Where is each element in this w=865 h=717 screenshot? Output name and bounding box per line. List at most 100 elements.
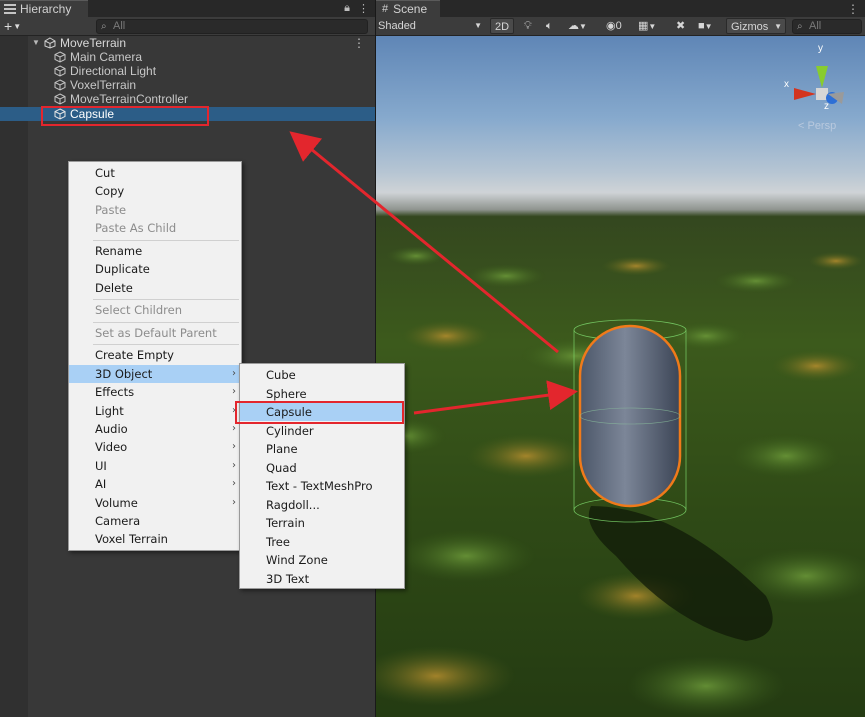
context-menu-item-audio[interactable]: Audio ›	[69, 420, 241, 438]
menu-item-label: Sphere	[266, 386, 307, 401]
shading-mode-dropdown[interactable]: Shaded ▼	[378, 18, 484, 34]
scene-search-input[interactable]: ⌕ All	[792, 19, 862, 34]
chevron-right-icon: ›	[232, 386, 236, 398]
search-icon: ⌕	[797, 21, 803, 32]
submenu-item-cube[interactable]: Cube	[240, 366, 404, 384]
submenu-item-cylinder[interactable]: Cylinder	[240, 422, 404, 440]
context-menu-item-effects[interactable]: Effects ›	[69, 383, 241, 401]
gameobject-cube-icon	[54, 93, 66, 105]
context-menu-item-rename[interactable]: Rename	[69, 242, 241, 260]
menu-item-label: Copy	[95, 184, 125, 199]
submenu-item-wind-zone[interactable]: Wind Zone	[240, 551, 404, 569]
tree-item-voxelterrain[interactable]: VoxelTerrain	[28, 78, 375, 92]
toggle-2d-button[interactable]: 2D	[490, 18, 515, 34]
menu-item-label: Effects	[95, 385, 135, 400]
context-menu-item-ui[interactable]: UI ›	[69, 457, 241, 475]
context-menu: Cut Copy Paste Paste As Child Rename Duplicat…	[68, 161, 242, 551]
gizmos-dropdown[interactable]: Gizmos ▼	[726, 18, 786, 34]
root-more-icon[interactable]: ⋮	[353, 36, 365, 50]
tree-item-label: Directional Light	[70, 64, 157, 78]
tab-scene[interactable]: # Scene	[376, 0, 440, 17]
audio-toggle-icon[interactable]: 🔈︎	[546, 18, 553, 34]
perspective-toggle[interactable]: < Persp	[798, 120, 836, 132]
submenu-item-3d-text[interactable]: 3D Text	[240, 570, 404, 588]
menu-item-label: Create Empty	[95, 348, 174, 363]
context-menu-item-volume[interactable]: Volume ›	[69, 494, 241, 512]
hierarchy-search-input[interactable]: ⌕ All	[96, 19, 368, 34]
menu-item-label: Volume	[95, 495, 138, 510]
submenu-item-ragdoll-[interactable]: Ragdoll...	[240, 496, 404, 514]
context-menu-item-light[interactable]: Light ›	[69, 402, 241, 420]
tree-item-main-camera[interactable]: Main Camera	[28, 50, 375, 64]
gizmo-x-axis[interactable]	[794, 88, 816, 100]
menu-item-label: Camera	[95, 514, 141, 528]
add-button-label: +	[4, 18, 13, 34]
submenu-item-terrain[interactable]: Terrain	[240, 514, 404, 532]
orientation-gizmo[interactable]	[794, 66, 844, 104]
tree-item-directional-light[interactable]: Directional Light	[28, 64, 375, 78]
menu-item-label: Cube	[266, 368, 296, 382]
context-menu-item-video[interactable]: Video ›	[69, 438, 241, 456]
scene-viewport[interactable]: y x z < Persp	[376, 36, 865, 717]
tree-root-moveterrain[interactable]: ▼ MoveTerrain ⋮	[0, 36, 375, 50]
menu-item-label: Paste	[95, 202, 127, 217]
menu-item-label: Audio	[95, 422, 128, 436]
submenu-item-text-textmeshpro[interactable]: Text - TextMeshPro	[240, 477, 404, 495]
more-options-icon[interactable]: ⋮	[358, 2, 369, 15]
menu-item-label: Text - TextMeshPro	[266, 479, 373, 493]
tab-hierarchy[interactable]: Hierarchy	[0, 0, 88, 17]
context-menu-item-paste-as-child: Paste As Child	[69, 219, 241, 237]
grid-snap-icon[interactable]: ▦▼	[638, 18, 656, 34]
add-object-button[interactable]: +▼	[4, 18, 21, 35]
lighting-toggle-icon[interactable]: 💡︎	[524, 18, 532, 34]
hierarchy-list-icon	[4, 4, 16, 14]
tools-icon[interactable]: ✖︎	[676, 18, 685, 34]
scene-tab-label: Scene	[393, 2, 428, 16]
menu-item-label: Duplicate	[95, 262, 150, 277]
gameobject-cube-icon	[54, 51, 66, 63]
menu-item-label: Quad	[266, 460, 297, 475]
tree-item-moveterraincontroller[interactable]: MoveTerrainController	[28, 92, 375, 106]
submenu-item-plane[interactable]: Plane	[240, 440, 404, 458]
menu-separator	[93, 344, 239, 346]
grid-icon: #	[382, 3, 389, 15]
chevron-right-icon: ›	[232, 478, 236, 490]
context-menu-item-voxel-terrain[interactable]: Voxel Terrain	[69, 530, 241, 548]
menu-item-label: Ragdoll...	[266, 497, 320, 512]
menu-item-label: Rename	[95, 243, 143, 258]
fold-arrow-icon[interactable]: ▼	[32, 36, 40, 50]
context-menu-item-camera[interactable]: Camera	[69, 512, 241, 530]
effects-toggle-icon[interactable]: ☁︎▼	[568, 18, 587, 34]
visibility-toggle-icon[interactable]: ◉0	[606, 18, 622, 34]
scene-toolbar: Shaded ▼ 2D 💡︎ 🔈︎ ☁︎▼ ◉0 ▦▼ ✖︎ ■▼ Gizmos…	[376, 17, 865, 36]
hierarchy-tab-label: Hierarchy	[20, 2, 72, 16]
menu-item-label: Cut	[95, 166, 115, 180]
menu-item-label: Tree	[266, 534, 290, 549]
context-menu-item-delete[interactable]: Delete	[69, 279, 241, 297]
more-options-icon[interactable]: ⋮	[847, 2, 859, 16]
submenu-item-quad[interactable]: Quad	[240, 459, 404, 477]
gizmo-y-axis[interactable]	[816, 66, 828, 88]
chevron-down-icon: ▼	[774, 22, 782, 31]
submenu-item-tree[interactable]: Tree	[240, 533, 404, 551]
menu-item-label: Video	[95, 440, 128, 455]
context-menu-item-cut[interactable]: Cut	[69, 164, 241, 182]
chevron-right-icon: ›	[232, 496, 236, 508]
lock-icon[interactable]: 🔒︎	[344, 2, 350, 15]
menu-item-label: AI	[95, 477, 107, 492]
menu-separator	[93, 321, 239, 323]
context-menu-item-3d-object[interactable]: 3D Object ›	[69, 364, 241, 383]
search-icon: ⌕	[101, 21, 107, 32]
submenu-item-sphere[interactable]: Sphere	[240, 385, 404, 403]
chevron-right-icon: ›	[232, 459, 236, 471]
context-menu-item-create-empty[interactable]: Create Empty	[69, 346, 241, 364]
context-menu-item-duplicate[interactable]: Duplicate	[69, 260, 241, 278]
scene-panel: # Scene ⋮ Shaded ▼ 2D 💡︎ 🔈︎ ☁︎▼ ◉0 ▦▼ ✖︎…	[376, 0, 865, 717]
context-menu-item-ai[interactable]: AI ›	[69, 475, 241, 493]
capsule-object[interactable]	[578, 324, 682, 508]
context-menu-item-copy[interactable]: Copy	[69, 182, 241, 200]
chevron-down-icon: ▼	[13, 22, 22, 32]
camera-icon[interactable]: ■▼	[698, 18, 713, 34]
menu-separator	[93, 239, 239, 241]
hierarchy-search-placeholder: All	[113, 20, 126, 32]
